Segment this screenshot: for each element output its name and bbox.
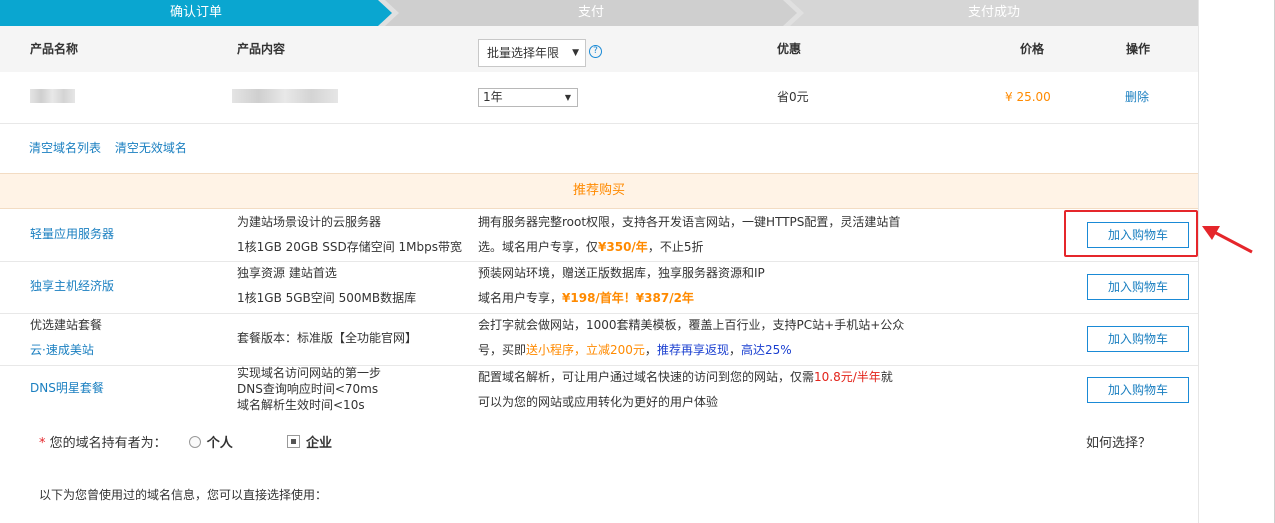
content-border [1198, 0, 1199, 523]
step-payment-success: 支付成功 [790, 0, 1198, 26]
step-payment: 支付 [385, 0, 797, 26]
product-feature: DNS查询响应时间<70ms [237, 382, 379, 396]
radio-icon[interactable] [188, 436, 201, 448]
blurred-product-content [232, 89, 338, 103]
order-table-header: 产品名称 产品内容 批量选择年限 ▼ ? 优惠 价格 操作 [0, 26, 1198, 72]
promo-text: 送小程序，立减200元 [526, 343, 645, 357]
product-feature: 为建站场景设计的云服务器 [237, 215, 382, 229]
column-price: 价格 [1020, 42, 1045, 56]
product-link[interactable]: 云·速成美站 [30, 337, 94, 363]
discount-value: 省0元 [777, 90, 809, 104]
promo-text: 推荐再享返现 [656, 343, 729, 357]
product-link[interactable]: 轻量应用服务器 [30, 221, 114, 247]
column-discount: 优惠 [777, 42, 802, 56]
domain-owner-selector: * 您的域名持有者为： 个人 企业 [39, 432, 332, 451]
description-text: ，不止5折 [647, 240, 704, 254]
product-description: 选。域名用户专享，仅¥350/年，不止5折 [478, 234, 703, 260]
product-feature: 实现域名访问网站的第一步 [237, 366, 382, 380]
product-feature: 域名解析生效时间<10s [237, 398, 365, 412]
required-mark: * [39, 436, 46, 451]
description-text: ， [644, 343, 657, 357]
description-text: 配置域名解析，可让用户通过域名快速的访问到您的网站，仅需 [478, 370, 815, 384]
owner-label: 您的域名持有者为： [49, 436, 167, 451]
promo-text: 高达25% [740, 343, 792, 357]
product-description: 域名用户专享，¥198/首年！¥387/2年 [478, 285, 694, 311]
option-label: 个人 [206, 436, 233, 451]
product-description: 拥有服务器完整root权限，支持各开发语言网站，一键HTTPS配置，灵活建站首 [478, 215, 901, 229]
product-link[interactable]: DNS明星套餐 [30, 375, 104, 401]
add-to-cart-button[interactable]: 加入购物车 [1087, 377, 1189, 403]
radio-selected-icon[interactable] [286, 435, 300, 448]
clear-domain-list-link[interactable]: 清空域名列表 [29, 141, 101, 155]
annotation-arrow-icon [1202, 226, 1253, 254]
product-description: 号，买即送小程序，立减200元，推荐再享返现，高达25% [478, 337, 792, 363]
product-name: 优选建站套餐 [30, 318, 103, 332]
order-row: 1年 ▼ 省0元 ¥ 25.00 删除 [0, 72, 1198, 124]
promo-price: 10.8元/半年 [814, 370, 881, 384]
blurred-domain-name [30, 89, 75, 103]
batch-year-select-label: 批量选择年限 [487, 46, 560, 60]
recommend-row: 轻量应用服务器 为建站场景设计的云服务器 1核1GB 20GB SSD存储空间 … [0, 209, 1198, 262]
dropdown-caret-icon: ▼ [572, 48, 579, 58]
step-confirm-order: 确认订单 [0, 0, 392, 26]
checkout-steps: 确认订单 支付 支付成功 [0, 0, 1198, 26]
column-product-name: 产品名称 [30, 42, 79, 56]
product-feature: 独享资源 建站首选 [237, 266, 337, 280]
price-value: ¥ 25.00 [1005, 90, 1051, 104]
description-text: 就 [880, 370, 893, 384]
highlight-box [1064, 210, 1198, 257]
step-label: 支付成功 [967, 5, 1020, 20]
promo-price: ¥350/年 [598, 240, 648, 254]
product-description: 会打字就会做网站，1000套精美模板，覆盖上百行业，支持PC站+手机站+公众 [478, 318, 905, 332]
how-to-choose-link[interactable]: 如何选择？ [1086, 432, 1151, 451]
product-link[interactable]: 独享主机经济版 [30, 273, 114, 299]
add-to-cart-button[interactable]: 加入购物车 [1087, 326, 1189, 352]
option-enterprise[interactable]: 企业 [286, 435, 332, 451]
year-select[interactable]: 1年 ▼ [478, 88, 578, 107]
step-label: 确认订单 [169, 5, 222, 20]
option-label: 企业 [305, 436, 332, 451]
delete-link[interactable]: 删除 [1125, 84, 1149, 110]
recommend-row: 优选建站套餐 云·速成美站 套餐版本：标准版【全功能官网】 会打字就会做网站，1… [0, 314, 1198, 366]
year-select-value: 1年 [483, 90, 503, 104]
column-action: 操作 [1126, 42, 1151, 56]
product-feature: 套餐版本：标准版【全功能官网】 [237, 331, 418, 345]
recommend-header: 推荐购买 [0, 173, 1198, 209]
description-text: 选。域名用户专享，仅 [478, 240, 599, 254]
column-product-content: 产品内容 [237, 42, 286, 56]
description-text: ， [728, 343, 741, 357]
product-feature: 1核1GB 20GB SSD存储空间 1Mbps带宽 [237, 240, 462, 254]
promo-price: ¥198/首年！¥387/2年 [562, 291, 694, 305]
help-icon[interactable]: ? [589, 45, 602, 58]
product-description: 配置域名解析，可让用户通过域名快速的访问到您的网站，仅需10.8元/半年就 [478, 364, 893, 390]
description-text: 域名用户专享， [478, 291, 563, 305]
recommend-row: 独享主机经济版 独享资源 建站首选 1核1GB 5GB空间 500MB数据库 预… [0, 262, 1198, 314]
product-description: 可以为您的网站或应用转化为更好的用户体验 [478, 395, 719, 409]
product-description: 预装网站环境，赠送正版数据库，独享服务器资源和IP [478, 266, 765, 280]
clear-invalid-domains-link[interactable]: 清空无效域名 [115, 141, 187, 155]
option-personal[interactable]: 个人 [188, 436, 233, 451]
clear-links: 清空域名列表 清空无效域名 [29, 139, 197, 156]
add-to-cart-button[interactable]: 加入购物车 [1087, 274, 1189, 300]
product-feature: 1核1GB 5GB空间 500MB数据库 [237, 291, 417, 305]
dropdown-caret-icon: ▼ [564, 93, 571, 102]
step-label: 支付 [577, 5, 604, 20]
history-info-text: 以下为您曾使用过的域名信息，您可以直接选择使用： [39, 488, 328, 502]
recommend-row: DNS明星套餐 实现域名访问网站的第一步 DNS查询响应时间<70ms 域名解析… [0, 366, 1198, 414]
description-text: 号，买即 [478, 343, 527, 357]
batch-year-select[interactable]: 批量选择年限 ▼ [478, 39, 586, 67]
